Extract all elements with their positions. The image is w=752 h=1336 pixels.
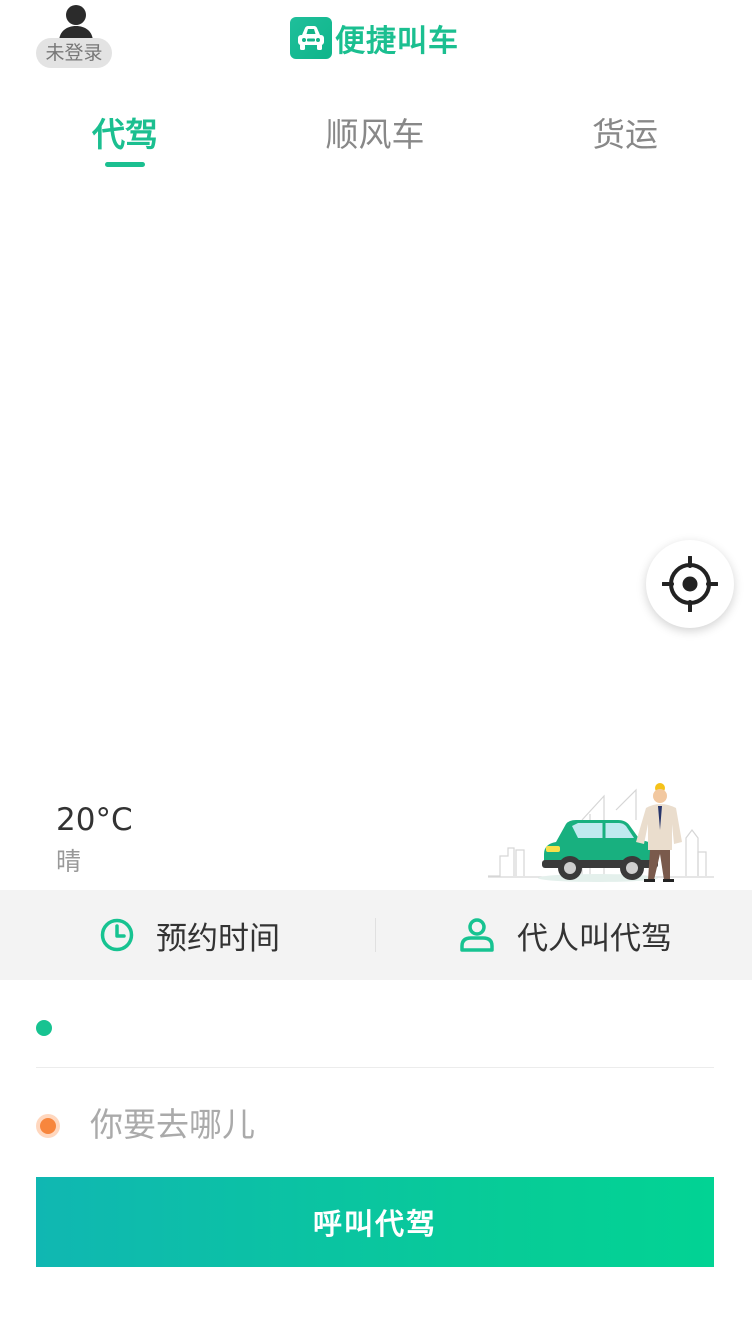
options-divider xyxy=(375,918,376,952)
reserve-time-label: 预约时间 xyxy=(156,920,280,957)
ride-options-bar: 预约时间 代人叫代驾 xyxy=(0,890,752,980)
login-status-badge: 未登录 xyxy=(36,38,112,68)
tab-designated-driver[interactable]: 代驾 xyxy=(45,108,205,156)
tab-carpool[interactable]: 顺风车 xyxy=(295,108,455,156)
reserve-time-button[interactable]: 预约时间 xyxy=(100,890,280,980)
call-for-others-label: 代人叫代驾 xyxy=(517,920,672,957)
crosshair-icon xyxy=(662,556,718,612)
brand-name: 便捷叫车 xyxy=(335,24,459,59)
clock-icon xyxy=(100,918,134,952)
destination-input[interactable] xyxy=(90,1098,690,1150)
locate-button[interactable] xyxy=(646,540,734,628)
origin-row xyxy=(36,982,714,1068)
active-tab-indicator xyxy=(105,162,145,167)
user-icon xyxy=(59,5,93,42)
call-driver-button[interactable]: 呼叫代驾 xyxy=(36,1177,714,1267)
brand: 便捷叫车 xyxy=(290,16,459,60)
call-for-others-button[interactable]: 代人叫代驾 xyxy=(459,890,672,980)
driver-car-illustration xyxy=(488,783,714,882)
tab-freight[interactable]: 货运 xyxy=(545,108,705,156)
destination-dot-icon xyxy=(36,1114,60,1138)
destination-row xyxy=(36,1082,714,1168)
car-logo-icon xyxy=(290,17,332,59)
origin-input[interactable] xyxy=(90,998,690,1050)
service-tabs: 代驾 顺风车 货运 xyxy=(0,100,752,170)
person-icon xyxy=(460,918,494,952)
user-login-button[interactable]: 未登录 xyxy=(36,4,112,68)
app-header: 未登录 便捷叫车 xyxy=(0,0,752,80)
weather-condition: 晴 xyxy=(56,847,82,876)
origin-dot-icon xyxy=(36,1020,52,1036)
weather-temperature: 20°C xyxy=(56,802,133,838)
